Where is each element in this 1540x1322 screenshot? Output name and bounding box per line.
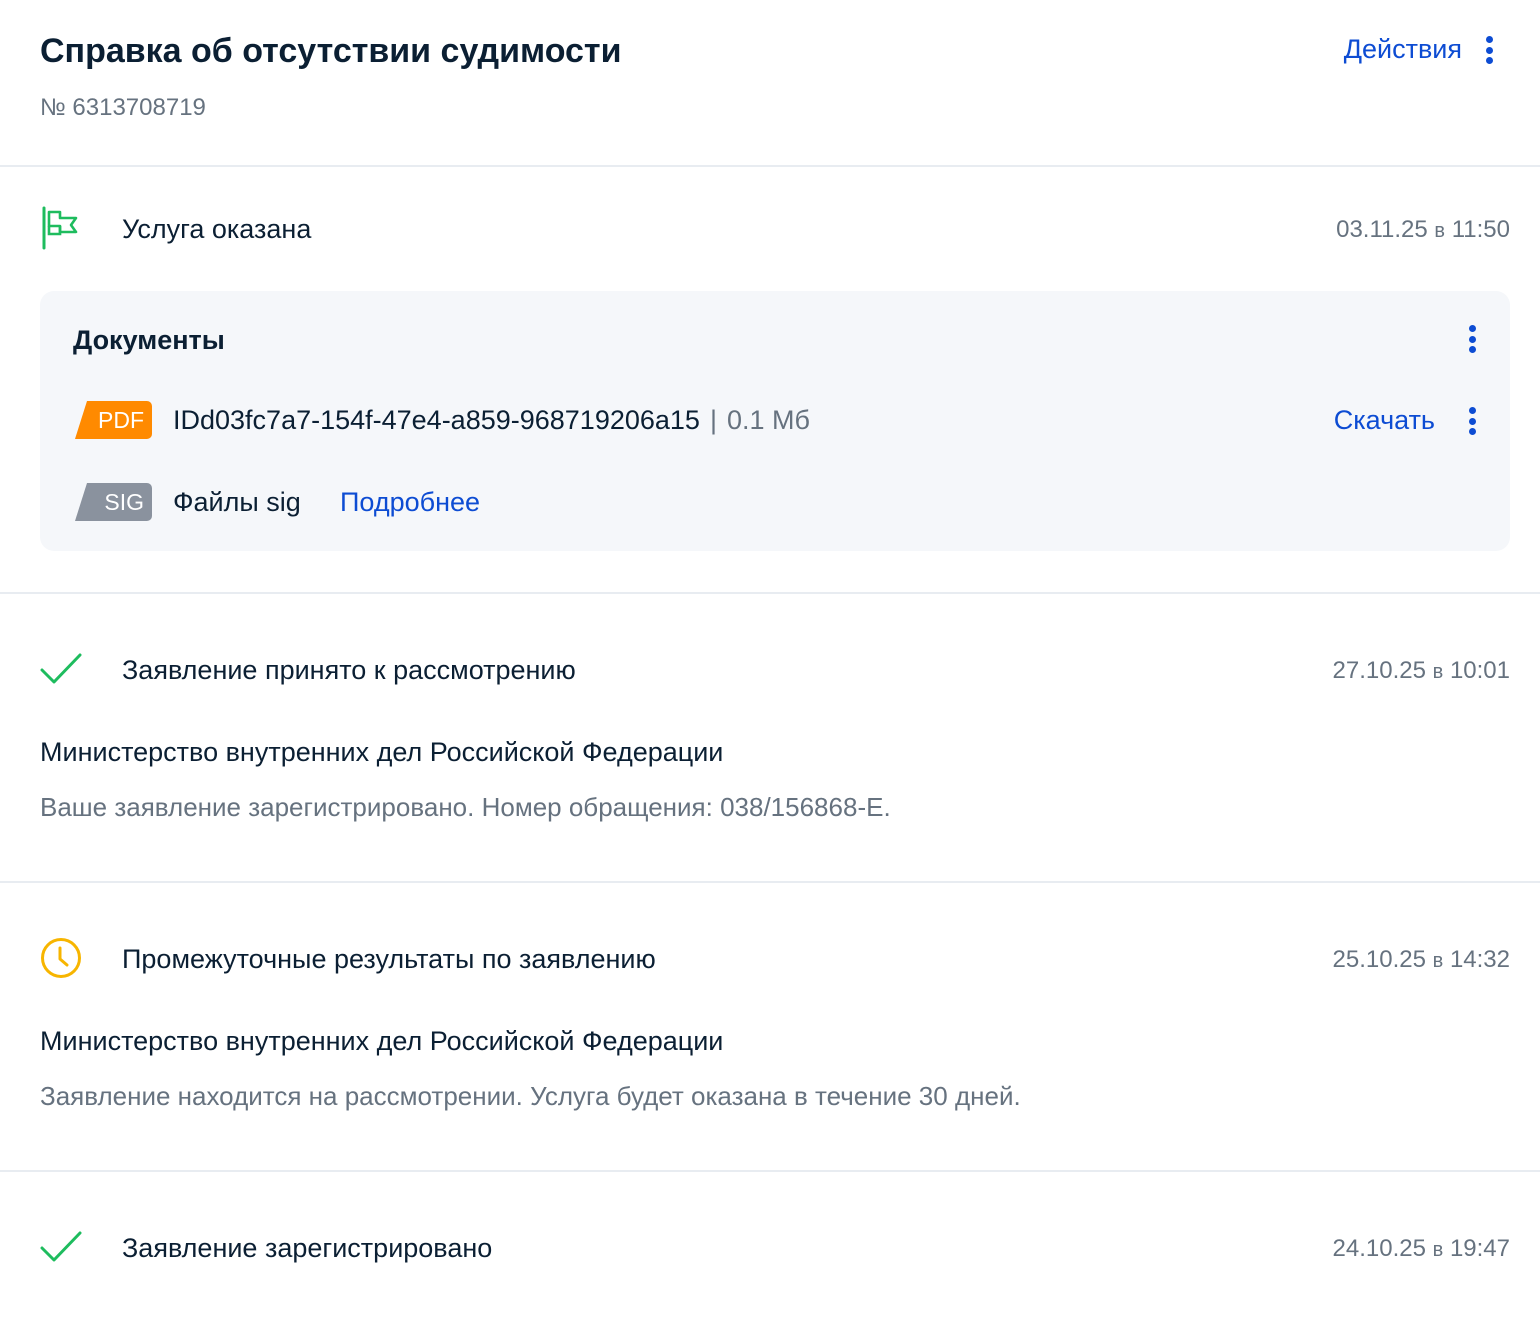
event-date: 27.10.25: [1332, 657, 1426, 684]
event-time: 19:47: [1449, 1235, 1510, 1262]
event-organization: Министерство внутренних дел Российской Ф…: [40, 1026, 724, 1056]
event-description: Ваше заявление зарегистрировано. Номер о…: [40, 792, 891, 822]
event-date-sep: в: [1434, 220, 1446, 242]
documents-title: Документы: [73, 325, 225, 355]
event-status: Промежуточные результаты по заявлению: [122, 944, 656, 974]
event-datetime: 25.10.25 в 14:32: [1333, 946, 1510, 974]
divider: [0, 592, 1540, 594]
event-time: 10:01: [1449, 657, 1510, 684]
event-datetime: 03.11.25 в 11:50: [1336, 216, 1510, 244]
page-title: Справка об отсутствии судимости: [40, 32, 622, 70]
flag-icon: [42, 206, 78, 250]
more-vertical-icon[interactable]: [1484, 36, 1494, 64]
event-status: Заявление зарегистрировано: [122, 1233, 493, 1263]
page: Справка об отсутствии судимости № 631370…: [0, 0, 1540, 1322]
file-name: IDd03fc7a7-154f-47e4-a859-968719206a15: [173, 405, 700, 435]
clock-icon: [41, 938, 81, 978]
page-header: Справка об отсутствии судимости № 631370…: [0, 0, 1540, 166]
event-datetime: 27.10.25 в 10:01: [1333, 657, 1510, 685]
application-number: № 6313708719: [40, 94, 206, 121]
file-size: 0.1 Мб: [726, 405, 810, 435]
check-icon: [40, 1231, 82, 1262]
event-time: 11:50: [1451, 216, 1510, 243]
event-date: 03.11.25: [1336, 216, 1428, 243]
check-icon: [40, 653, 82, 684]
event-status: Услуга оказана: [122, 214, 312, 244]
divider: [0, 165, 1540, 167]
sig-files-label: Файлы sig: [173, 487, 301, 517]
event-organization: Министерство внутренних дел Российской Ф…: [40, 737, 724, 767]
event-datetime: 24.10.25 в 19:47: [1333, 1235, 1510, 1263]
event-date-sep: в: [1432, 950, 1444, 972]
documents-card: Документы PDF IDd03fc7a7-154f-47e4-a859-…: [40, 291, 1510, 551]
event-date: 24.10.25: [1332, 1235, 1426, 1262]
sig-badge: SIG: [75, 483, 152, 521]
event-status: Заявление принято к рассмотрению: [122, 655, 576, 685]
more-vertical-icon[interactable]: [1467, 325, 1477, 353]
divider: [0, 881, 1540, 883]
file-row[interactable]: IDd03fc7a7-154f-47e4-a859-968719206a15 | 0…: [173, 405, 810, 436]
event-time: 14:32: [1449, 946, 1510, 973]
more-vertical-icon[interactable]: [1467, 407, 1477, 435]
file-separator: |: [709, 405, 717, 435]
download-button[interactable]: Скачать: [1334, 405, 1435, 436]
event-description: Заявление находится на рассмотрении. Усл…: [40, 1081, 1021, 1111]
event-date-sep: в: [1432, 1239, 1444, 1261]
actions-button[interactable]: Действия: [1344, 34, 1462, 65]
pdf-badge: PDF: [75, 401, 152, 439]
event-date-sep: в: [1432, 661, 1444, 683]
event-date: 25.10.25: [1332, 946, 1426, 973]
more-details-link[interactable]: Подробнее: [340, 487, 480, 518]
divider: [0, 1170, 1540, 1172]
